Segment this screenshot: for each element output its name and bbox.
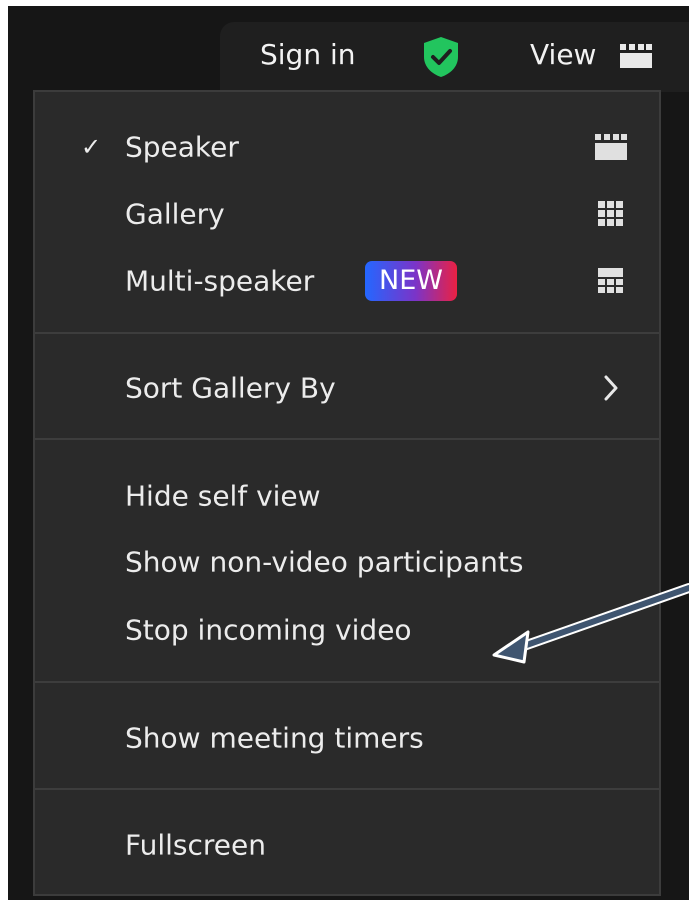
screenshot-border: [0, 900, 689, 908]
menu-item-label: Sort Gallery By: [125, 371, 336, 405]
menu-item-label: Speaker: [125, 130, 239, 164]
menu-divider: [35, 332, 659, 334]
view-dropdown-menu: ✓ Speaker Gallery Multi-speaker NEW Sort…: [33, 90, 661, 896]
menu-item-sort-gallery-by[interactable]: Sort Gallery By: [35, 358, 659, 418]
new-badge: NEW: [365, 261, 457, 301]
menu-item-hide-self-view[interactable]: Hide self view: [35, 466, 659, 526]
menu-item-speaker[interactable]: ✓ Speaker: [35, 117, 659, 177]
menu-item-show-meeting-timers[interactable]: Show meeting timers: [35, 708, 659, 768]
menu-item-gallery[interactable]: Gallery: [35, 184, 659, 244]
menu-item-label: Multi-speaker: [125, 264, 315, 298]
menu-divider: [35, 788, 659, 790]
menu-item-label: Fullscreen: [125, 828, 266, 862]
menu-item-stop-incoming-video[interactable]: Stop incoming video: [35, 600, 659, 660]
menu-divider: [35, 681, 659, 683]
view-button[interactable]: View: [530, 38, 596, 71]
speaker-view-icon[interactable]: [620, 44, 652, 68]
sign-in-button[interactable]: Sign in: [260, 38, 356, 71]
menu-divider: [35, 438, 659, 440]
screenshot-border: [0, 0, 689, 6]
multi-speaker-icon: [598, 268, 623, 293]
menu-item-multi-speaker[interactable]: Multi-speaker NEW: [35, 251, 659, 311]
menu-item-fullscreen[interactable]: Fullscreen: [35, 815, 659, 875]
checkmark-icon: ✓: [81, 133, 102, 161]
speaker-view-icon: [595, 134, 627, 160]
menu-item-label: Show meeting timers: [125, 721, 424, 755]
screenshot-border: [0, 0, 8, 908]
menu-item-show-non-video-participants[interactable]: Show non-video participants: [35, 532, 659, 592]
menu-item-label: Hide self view: [125, 479, 321, 513]
gallery-grid-icon: [598, 201, 623, 226]
menu-item-label: Stop incoming video: [125, 613, 412, 647]
shield-check-icon[interactable]: [420, 35, 462, 79]
menu-item-label: Show non-video participants: [125, 545, 524, 579]
chevron-right-icon: [604, 375, 618, 401]
menu-item-label: Gallery: [125, 197, 225, 231]
